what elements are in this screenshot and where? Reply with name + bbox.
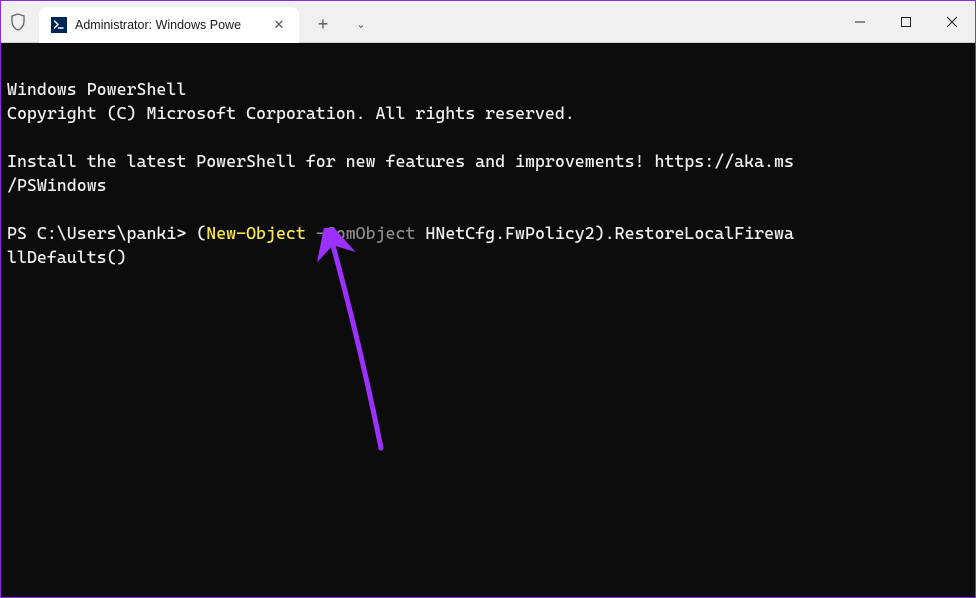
cmd-paren: ) <box>595 223 605 243</box>
new-tab-button[interactable]: + <box>305 14 341 35</box>
prompt: PS C:\Users\panki> <box>7 223 196 243</box>
cmd-space <box>415 223 425 243</box>
terminal-line: /PSWindows <box>7 175 107 195</box>
terminal-line: Windows PowerShell <box>7 79 186 99</box>
cmd-dot: . <box>605 223 615 243</box>
titlebar-left: Administrator: Windows Powe ✕ + ⌄ <box>1 1 375 42</box>
cmd-method: llDefaults() <box>7 247 127 267</box>
close-window-button[interactable] <box>929 1 975 42</box>
cmd-paren: ( <box>196 223 206 243</box>
active-tab[interactable]: Administrator: Windows Powe ✕ <box>39 7 299 43</box>
cmd-method: RestoreLocalFirewa <box>615 223 794 243</box>
terminal-area[interactable]: Windows PowerShell Copyright (C) Microso… <box>1 43 975 597</box>
terminal-line: Install the latest PowerShell for new fe… <box>7 151 794 171</box>
shield-icon <box>9 13 27 31</box>
cmd-arg: HNetCfg.FwPolicy2 <box>425 223 594 243</box>
minimize-button[interactable] <box>837 1 883 42</box>
terminal-line: Copyright (C) Microsoft Corporation. All… <box>7 103 575 123</box>
powershell-icon <box>51 17 67 33</box>
titlebar: Administrator: Windows Powe ✕ + ⌄ <box>1 1 975 43</box>
arrow-annotation-icon <box>301 228 411 458</box>
cmd-param: -ComObject <box>316 223 416 243</box>
maximize-button[interactable] <box>883 1 929 42</box>
cmd-space <box>306 223 316 243</box>
tab-title: Administrator: Windows Powe <box>75 18 261 32</box>
tab-dropdown-button[interactable]: ⌄ <box>347 18 375 31</box>
cmd-newobject: New-Object <box>206 223 306 243</box>
window-controls <box>837 1 975 42</box>
tab-close-button[interactable]: ✕ <box>269 15 289 35</box>
